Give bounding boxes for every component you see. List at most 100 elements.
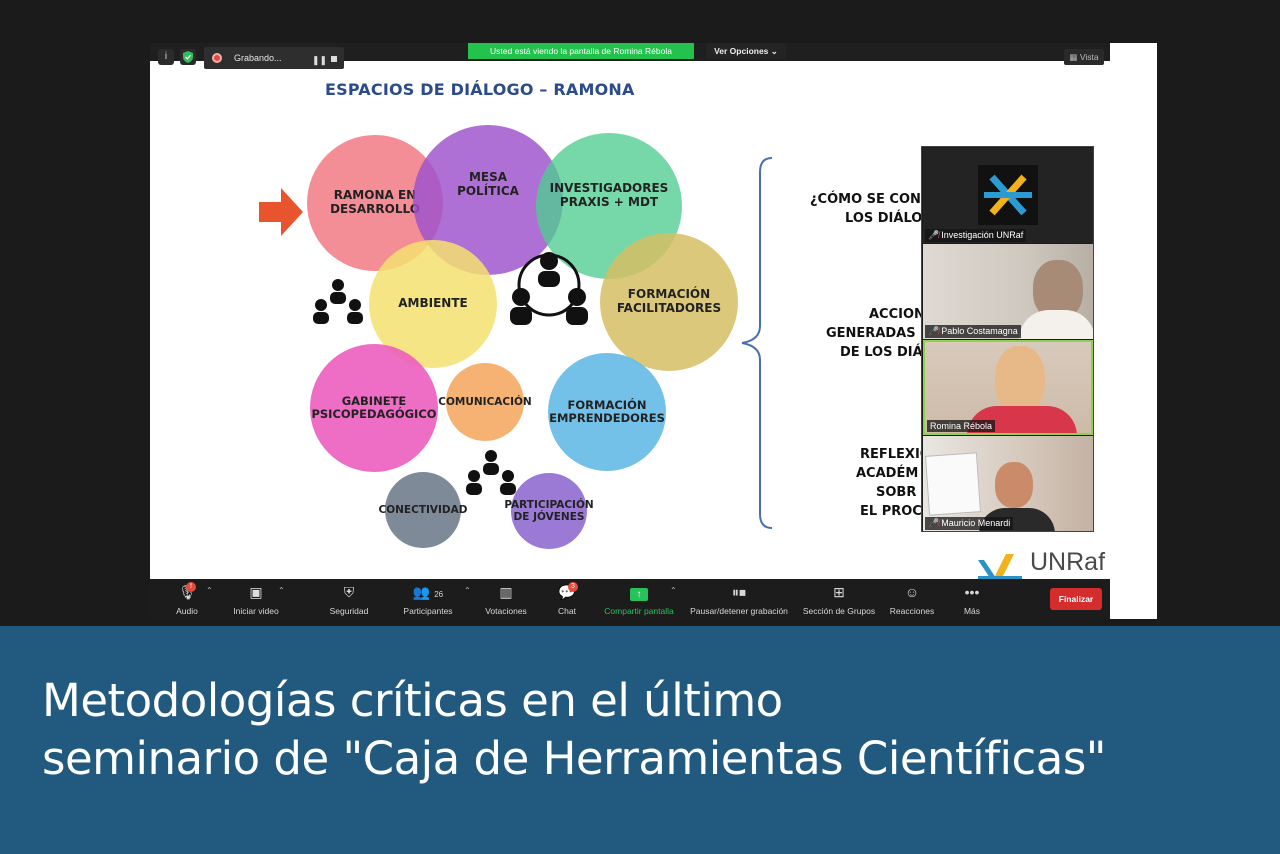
people-circle-icon <box>504 249 594 340</box>
security-shield-icon[interactable] <box>180 49 196 65</box>
people-group-icon <box>312 277 364 332</box>
circle-label: AMBIENTE <box>398 296 468 311</box>
share-screen-icon: ↑ <box>602 582 676 602</box>
pause-stop-icon: ⏸⏹ <box>732 584 746 600</box>
participants-icon: 👥 26 <box>412 584 444 600</box>
video-tile-romina[interactable]: Romina Rébola <box>923 340 1093 435</box>
circle-label: FORMACIÓN FACILITADORES <box>616 287 722 315</box>
video-tile-mauricio[interactable]: 🎤̸ Mauricio Menardi <box>923 436 1093 531</box>
participant-video-whiteboard <box>924 452 982 516</box>
article-caption: Metodologías críticas en el último semin… <box>42 672 1107 788</box>
participant-name: Romina Rébola <box>930 421 993 431</box>
circle-conectividad: CONECTIVIDAD <box>379 472 467 548</box>
text-line: ACCION <box>869 307 925 322</box>
circle-label: INVESTIGADORES PRAXIS + MDT <box>549 181 669 209</box>
participant-name-tag: 🎤̸ Mauricio Menardi <box>925 517 1014 530</box>
participant-name-tag: Romina Rébola <box>927 420 996 432</box>
white-side-panel <box>1110 43 1157 619</box>
grid-icon: ▦ <box>1069 52 1078 62</box>
recording-indicator: Grabando... ❚❚ <box>204 47 344 69</box>
text-line: SOBR <box>876 484 917 500</box>
zoom-window-frame: i Grabando... ❚❚ Usted está viendo la pa… <box>0 0 1280 626</box>
circle-gabinete: GABINETE PSICOPEDAGÓGICO <box>310 344 438 472</box>
reactions-label: Reacciones <box>889 606 935 616</box>
participant-name-tag: 🎤̸ Pablo Costamagna <box>925 325 1021 338</box>
audio-caret-icon[interactable]: ⌃ <box>206 586 213 595</box>
reactions-button[interactable]: ☺ Reacciones <box>888 582 936 616</box>
circle-label: MESA POLÍTICA <box>457 170 519 198</box>
more-dots-icon: ••• <box>964 584 980 600</box>
breakout-rooms-icon: ⊞ <box>833 584 845 600</box>
circle-comunicacion: COMUNICACIÓN <box>438 363 532 441</box>
participant-video <box>995 346 1045 414</box>
participant-name-tag: 🎤̸ Investigación UNRaf <box>925 229 1027 242</box>
participant-name: Pablo Costamagna <box>941 326 1018 336</box>
right-text-block-3: REFLEXIO ACADÉM SOBR EL PROC <box>856 446 931 521</box>
caption-line-1: Metodologías críticas en el último <box>42 674 783 727</box>
participant-name: Mauricio Menardi <box>941 518 1011 528</box>
share-screen-button[interactable]: ↑ Compartir pantalla <box>602 582 676 616</box>
mic-muted-icon: 🎤̸ <box>928 518 940 528</box>
circle-formacion-emprendedores: FORMACIÓN EMPRENDEDORES <box>548 353 666 471</box>
text-line: EL PROC <box>860 503 922 519</box>
share-screen-label: Compartir pantalla <box>604 606 674 616</box>
text-line: REFLEXIO <box>860 447 931 462</box>
caption-line-2: seminario de "Caja de Herramientas Cient… <box>42 732 1107 785</box>
right-text-block-2: ACCION GENERADAS DE LOS DIÁ <box>826 306 936 363</box>
circle-formacion-facilitadores: FORMACIÓN FACILITADORES <box>600 233 738 371</box>
info-icon[interactable]: i <box>158 49 174 65</box>
security-label: Seguridad <box>329 606 369 616</box>
end-meeting-button[interactable]: Finalizar <box>1050 588 1102 610</box>
meeting-toolbar: 🎙 ! Audio ⌃ ▣ Iniciar video ⌃ ⛨ Segurida… <box>150 579 1110 619</box>
security-button[interactable]: ⛨ Seguridad <box>326 582 372 616</box>
chat-button[interactable]: 💬 3 Chat <box>552 582 582 616</box>
participant-video-body <box>1019 310 1093 339</box>
circle-label: COMUNICACIÓN <box>438 395 532 408</box>
shield-icon: ⛨ <box>343 584 355 600</box>
text-line: ¿CÓMO SE CON <box>810 192 921 207</box>
more-label: Más <box>963 606 981 616</box>
circle-label: PARTICIPACIÓN DE JÓVENES <box>504 498 594 523</box>
view-options-button[interactable]: Ver Opciones ⌄ <box>706 43 786 59</box>
audio-warning-badge: ! <box>186 582 196 592</box>
curly-brace <box>738 156 774 535</box>
zoom-meeting-window: i Grabando... ❚❚ Usted está viendo la pa… <box>150 43 1110 619</box>
participants-label: Participantes <box>403 606 453 616</box>
participants-caret-icon[interactable]: ⌃ <box>464 586 471 595</box>
circle-label: FORMACIÓN EMPRENDEDORES <box>549 397 665 425</box>
video-label: Iniciar video <box>233 606 279 616</box>
polls-button[interactable]: ▥ Votaciones <box>482 582 530 616</box>
text-line: DE LOS DIÁ <box>840 344 923 360</box>
record-icon <box>212 53 222 63</box>
mic-muted-icon: 🎤̸ <box>928 230 940 240</box>
start-video-button[interactable]: ▣ Iniciar video <box>228 582 284 616</box>
video-tile-investigacion[interactable]: 🎤̸ Investigación UNRaf <box>923 148 1093 243</box>
circle-label: CONECTIVIDAD <box>378 503 468 516</box>
share-caret-icon[interactable]: ⌃ <box>670 586 677 595</box>
unraf-avatar-logo <box>978 165 1038 225</box>
view-button[interactable]: ▦ Vista <box>1064 49 1104 65</box>
participants-count: 26 <box>434 590 444 599</box>
more-button[interactable]: ••• Más <box>958 582 986 616</box>
stop-recording-icon[interactable] <box>331 56 337 62</box>
breakout-rooms-button[interactable]: ⊞ Sección de Grupos <box>802 582 876 616</box>
participant-video <box>995 462 1033 508</box>
pause-stop-recording-button[interactable]: ⏸⏹ Pausar/detener grabación <box>688 582 790 616</box>
mic-muted-icon: 🎤̸ <box>928 326 940 336</box>
chat-label: Chat <box>558 606 576 616</box>
unraf-logo-text: UNRaf <box>1030 548 1106 576</box>
participants-button[interactable]: 👥 26 Participantes <box>400 582 456 616</box>
text-line: ACADÉM <box>856 465 919 481</box>
video-off-icon: ▣ <box>249 584 263 600</box>
chat-badge: 3 <box>568 582 578 592</box>
video-tile-pablo[interactable]: 🎤̸ Pablo Costamagna <box>923 244 1093 339</box>
people-group-small-icon <box>465 448 517 503</box>
participants-video-panel: 🎤̸ Investigación UNRaf 🎤̸ Pablo Costamagna… <box>921 146 1094 532</box>
breakout-rooms-label: Sección de Grupos <box>802 606 876 616</box>
screen-share-banner: Usted está viendo la pantalla de Romina … <box>468 43 694 59</box>
polls-label: Votaciones <box>485 606 527 616</box>
video-caret-icon[interactable]: ⌃ <box>278 586 285 595</box>
audio-button[interactable]: 🎙 ! Audio <box>172 582 202 616</box>
circle-label: RAMONA EN DESARROLLO <box>330 188 420 216</box>
pause-recording-icon[interactable]: ❚❚ <box>312 55 327 66</box>
